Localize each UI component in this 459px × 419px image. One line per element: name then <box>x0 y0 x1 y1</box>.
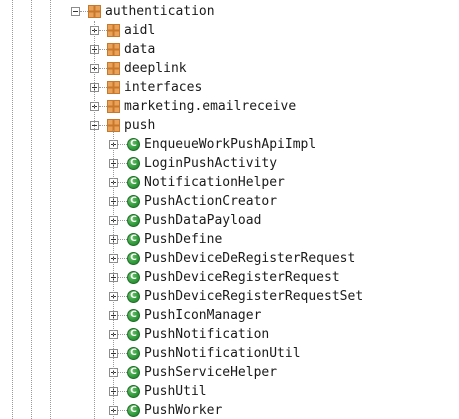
tree-node-marketing-emailreceive[interactable]: marketing.emailreceive <box>0 97 459 116</box>
class-label: LoginPushActivity <box>144 156 278 171</box>
tree-connector-line <box>99 49 107 50</box>
package-icon <box>107 81 120 94</box>
package-label: data <box>124 42 156 57</box>
class-icon: C <box>127 176 140 189</box>
class-icon: C <box>127 309 140 322</box>
package-icon <box>107 24 120 37</box>
tree-node-class[interactable]: C NotificationHelper <box>0 173 459 192</box>
tree-connector-line <box>118 220 127 221</box>
tree-node-class[interactable]: C PushNotification <box>0 325 459 344</box>
tree-node-authentication[interactable]: authentication <box>0 2 459 21</box>
collapse-toggle-icon[interactable] <box>71 6 80 16</box>
tree-node-class[interactable]: C PushNotificationUtil <box>0 344 459 363</box>
package-label: aidl <box>124 23 156 38</box>
package-icon <box>107 62 120 75</box>
class-icon: C <box>127 157 140 170</box>
tree-connector-line <box>99 125 107 126</box>
class-label: PushServiceHelper <box>144 365 278 380</box>
tree-connector-line <box>118 182 127 183</box>
tree-node-deeplink[interactable]: deeplink <box>0 59 459 78</box>
class-icon: C <box>127 233 140 246</box>
package-icon <box>107 100 120 113</box>
tree-connector-line <box>118 239 127 240</box>
tree-node-class[interactable]: C PushUtil <box>0 382 459 401</box>
class-icon: C <box>127 214 140 227</box>
class-label: PushDeviceDeRegisterRequest <box>144 251 356 266</box>
class-icon: C <box>127 328 140 341</box>
class-label: PushWorker <box>144 403 223 418</box>
package-icon <box>88 5 101 18</box>
class-label: EnqueueWorkPushApiImpl <box>144 137 317 152</box>
tree-connector-line <box>99 106 107 107</box>
class-label: PushDeviceRegisterRequest <box>144 270 340 285</box>
tree-node-class[interactable]: C PushWorker <box>0 401 459 419</box>
package-label: deeplink <box>124 61 187 76</box>
tree-node-aidl[interactable]: aidl <box>0 21 459 40</box>
tree-connector-line <box>118 334 127 335</box>
class-label: NotificationHelper <box>144 175 285 190</box>
tree-connector-line <box>99 87 107 88</box>
tree-connector-line <box>118 277 127 278</box>
project-tree: authentication aidl data deeplink interfaces… <box>0 0 459 419</box>
class-icon: C <box>127 271 140 284</box>
class-icon: C <box>127 347 140 360</box>
tree-connector-line <box>118 315 127 316</box>
package-label: authentication <box>105 4 215 19</box>
tree-connector-line <box>118 258 127 259</box>
tree-node-class[interactable]: C PushDeviceRegisterRequestSet <box>0 287 459 306</box>
class-label: PushNotification <box>144 327 270 342</box>
tree-connector-line <box>118 410 127 411</box>
class-label: PushUtil <box>144 384 207 399</box>
tree-node-interfaces[interactable]: interfaces <box>0 78 459 97</box>
class-icon: C <box>127 404 140 417</box>
class-label: PushIconManager <box>144 308 262 323</box>
tree-node-class[interactable]: C PushDeviceRegisterRequest <box>0 268 459 287</box>
tree-node-data[interactable]: data <box>0 40 459 59</box>
class-label: PushDeviceRegisterRequestSet <box>144 289 364 304</box>
class-icon: C <box>127 138 140 151</box>
class-icon: C <box>127 290 140 303</box>
package-label: interfaces <box>124 80 203 95</box>
tree-node-class[interactable]: C PushDefine <box>0 230 459 249</box>
tree-node-class[interactable]: C PushServiceHelper <box>0 363 459 382</box>
tree-connector-line <box>99 68 107 69</box>
tree-node-class[interactable]: C LoginPushActivity <box>0 154 459 173</box>
class-icon: C <box>127 195 140 208</box>
tree-connector-line <box>118 391 127 392</box>
class-icon: C <box>127 252 140 265</box>
tree-node-push[interactable]: push <box>0 116 459 135</box>
tree-guide-line <box>113 130 114 419</box>
tree-connector-line <box>118 372 127 373</box>
tree-node-class[interactable]: C EnqueueWorkPushApiImpl <box>0 135 459 154</box>
package-icon <box>107 43 120 56</box>
tree-connector-line <box>118 353 127 354</box>
class-label: PushNotificationUtil <box>144 346 301 361</box>
class-icon: C <box>127 385 140 398</box>
class-icon: C <box>127 366 140 379</box>
tree-connector-line <box>118 144 127 145</box>
tree-connector-line <box>118 201 127 202</box>
package-label: push <box>124 118 156 133</box>
class-label: PushDataPayload <box>144 213 262 228</box>
tree-node-class[interactable]: C PushDataPayload <box>0 211 459 230</box>
tree-connector-line <box>118 163 127 164</box>
tree-connector-line <box>99 30 107 31</box>
tree-connector-line <box>118 296 127 297</box>
tree-node-class[interactable]: C PushActionCreator <box>0 192 459 211</box>
tree-connector-line <box>80 11 88 12</box>
tree-node-class[interactable]: C PushDeviceDeRegisterRequest <box>0 249 459 268</box>
class-label: PushActionCreator <box>144 194 278 209</box>
tree-node-class[interactable]: C PushIconManager <box>0 306 459 325</box>
class-label: PushDefine <box>144 232 223 247</box>
package-label: marketing.emailreceive <box>124 99 297 114</box>
